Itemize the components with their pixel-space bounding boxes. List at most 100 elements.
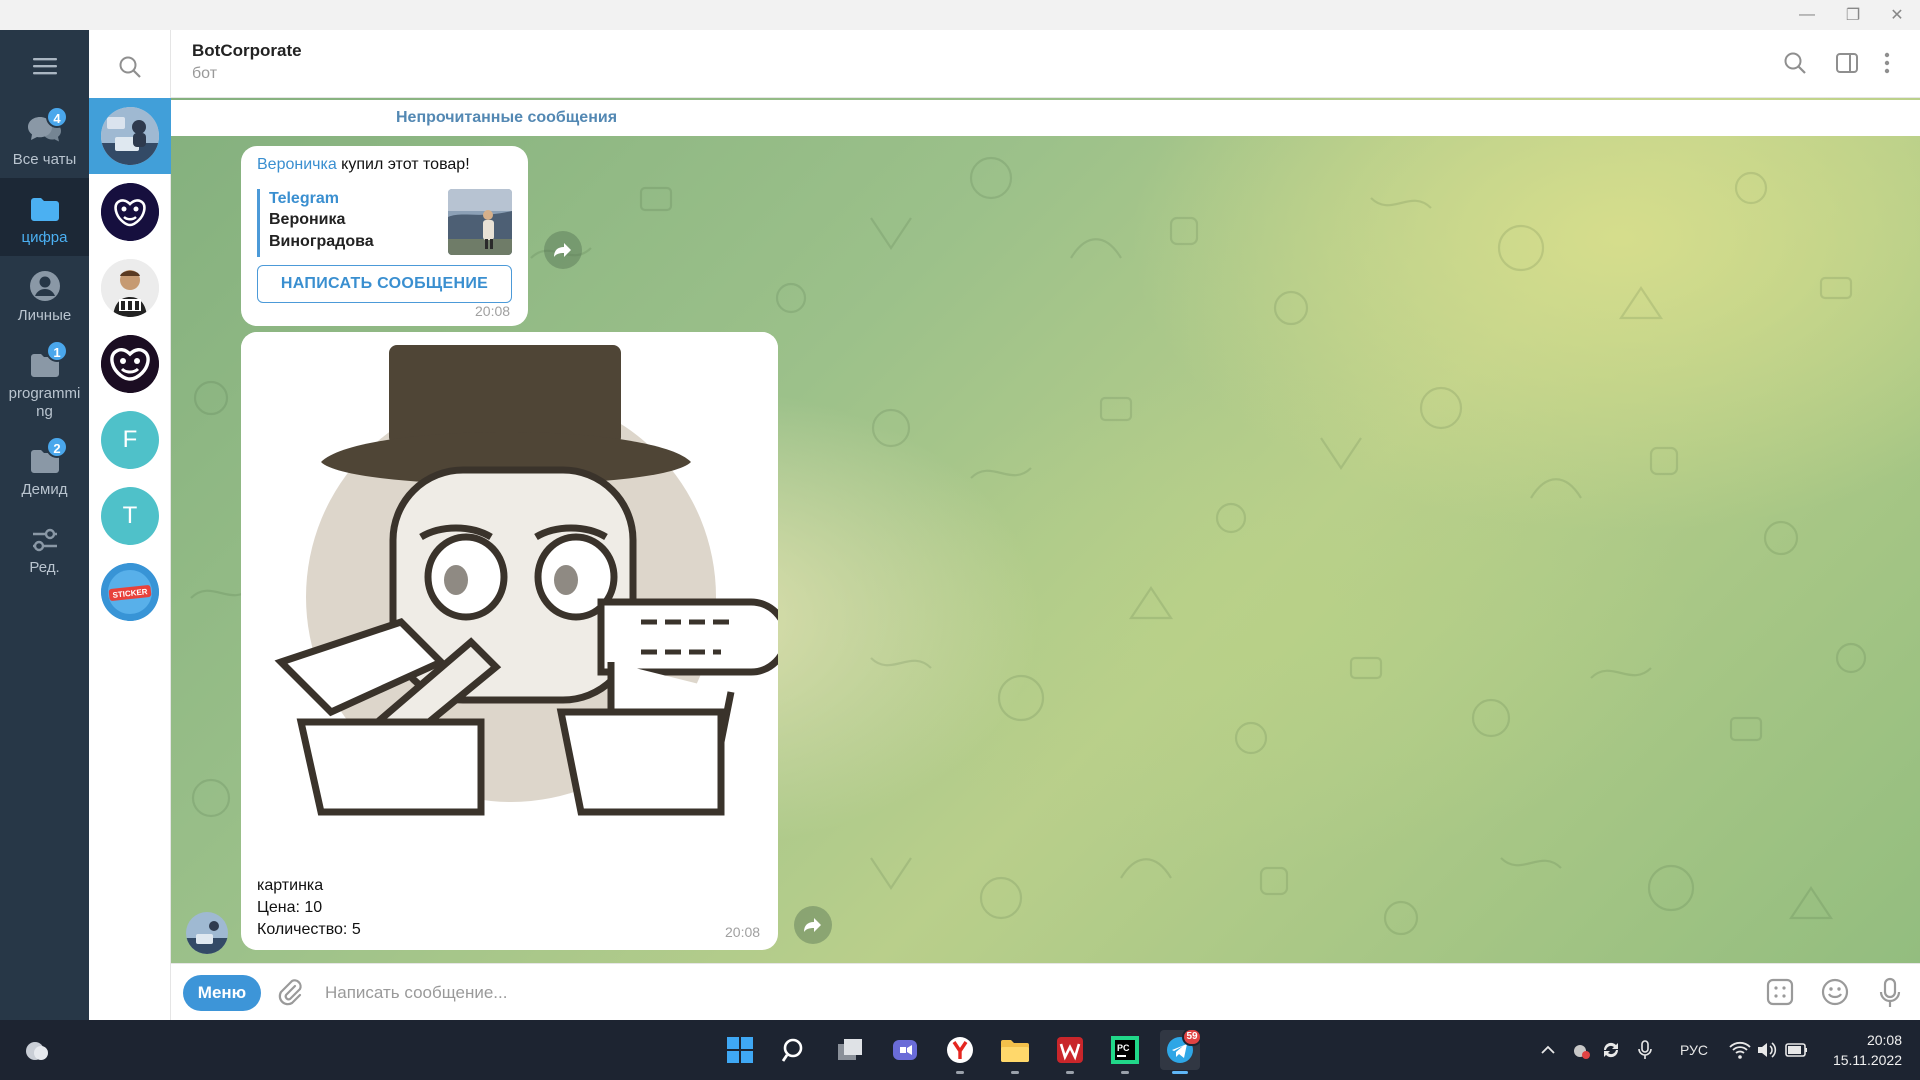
sender-avatar[interactable] bbox=[186, 912, 228, 954]
wps-office-icon[interactable] bbox=[1050, 1030, 1090, 1074]
mask-avatar-2 bbox=[101, 335, 159, 393]
chevron-up-icon[interactable] bbox=[1540, 1042, 1556, 1058]
microphone-icon[interactable] bbox=[1878, 977, 1902, 1009]
preview-thumbnail bbox=[448, 189, 512, 255]
sync-icon[interactable] bbox=[1600, 1039, 1622, 1061]
pycharm-icon[interactable]: PC bbox=[1105, 1030, 1145, 1074]
folder-programming[interactable]: programmi ng 1 bbox=[0, 334, 89, 430]
chat-item-4[interactable] bbox=[89, 326, 171, 402]
unread-label: Непрочитанные сообщения bbox=[396, 109, 618, 126]
photo-caption: картинка Цена: 10 Количество: 5 bbox=[257, 875, 361, 941]
telegram-unread-badge: 59 bbox=[1182, 1028, 1202, 1046]
forward-icon[interactable] bbox=[794, 906, 832, 944]
start-button[interactable] bbox=[720, 1030, 760, 1070]
message-time: 20:08 bbox=[725, 924, 761, 940]
chat-header: BotCorporate бот bbox=[171, 30, 1920, 98]
task-view-icon[interactable] bbox=[830, 1030, 870, 1070]
link-preview-card[interactable]: Telegram Вероника Виноградова bbox=[257, 189, 512, 257]
folder-label: programmi ng bbox=[8, 385, 81, 420]
folder-tsifra[interactable]: цифра bbox=[0, 178, 89, 256]
search-icon[interactable] bbox=[1782, 50, 1808, 76]
more-vertical-icon[interactable] bbox=[1880, 50, 1894, 76]
chat-messages-area: Непрочитанные сообщения Вероничка купил … bbox=[171, 98, 1920, 963]
message-text: Вероничка купил этот товар! bbox=[257, 156, 470, 174]
minimize-button[interactable]: — bbox=[1784, 0, 1830, 30]
volume-icon[interactable] bbox=[1756, 1040, 1778, 1060]
close-button[interactable]: ✕ bbox=[1874, 0, 1920, 30]
folder-all-chats[interactable]: Все чаты 4 bbox=[0, 100, 89, 178]
chat-item-t[interactable]: T bbox=[89, 478, 171, 554]
wifi-icon[interactable] bbox=[1729, 1040, 1751, 1060]
chat-item-sticker[interactable]: STICKER bbox=[89, 554, 171, 630]
chat-title[interactable]: BotCorporate bbox=[192, 41, 302, 61]
message-input[interactable] bbox=[325, 974, 1325, 1012]
chat-app-icon[interactable] bbox=[885, 1030, 925, 1070]
folder-demid[interactable]: Демид 2 bbox=[0, 430, 89, 508]
windows-taskbar: PC 59 РУС 20:08 15.11.2022 bbox=[0, 1020, 1920, 1080]
bot-menu-button[interactable]: Меню bbox=[183, 975, 261, 1011]
emoji-icon[interactable] bbox=[1820, 977, 1850, 1007]
running-indicator bbox=[956, 1071, 964, 1074]
message-time: 20:08 bbox=[475, 303, 511, 319]
active-indicator bbox=[1172, 1071, 1188, 1074]
folder-icon bbox=[30, 198, 59, 221]
unread-badge: 1 bbox=[46, 340, 68, 362]
person-icon bbox=[29, 271, 60, 301]
folder-edit[interactable]: Ред. bbox=[0, 508, 89, 586]
file-explorer-icon[interactable] bbox=[995, 1030, 1035, 1074]
message-bubble[interactable]: Вероничка купил этот товар! Telegram Вер… bbox=[241, 146, 528, 326]
clock-date: 15.11.2022 bbox=[1832, 1052, 1902, 1068]
microphone-tray-icon[interactable] bbox=[1636, 1039, 1654, 1061]
chat-subtitle: бот bbox=[192, 65, 218, 82]
mask-avatar-1 bbox=[101, 183, 159, 241]
unread-messages-divider: Непрочитанные сообщения bbox=[171, 100, 1920, 136]
forward-icon[interactable] bbox=[544, 231, 582, 269]
search-icon[interactable] bbox=[117, 54, 143, 80]
folder-label: Личные bbox=[17, 307, 72, 324]
system-clock[interactable]: 20:08 15.11.2022 bbox=[1822, 1030, 1902, 1070]
caption-line: картинка bbox=[257, 877, 324, 894]
yandex-browser-icon[interactable] bbox=[940, 1030, 980, 1074]
sliders-icon bbox=[32, 528, 57, 552]
battery-icon[interactable] bbox=[1785, 1041, 1809, 1059]
unread-badge: 4 bbox=[46, 106, 68, 128]
telegram-taskbar-icon[interactable]: 59 bbox=[1160, 1028, 1202, 1074]
search-icon[interactable] bbox=[775, 1030, 815, 1070]
language-indicator[interactable]: РУС bbox=[1680, 1020, 1708, 1080]
person-avatar bbox=[101, 259, 159, 317]
photo-message-bubble[interactable]: картинка Цена: 10 Количество: 5 20:08 bbox=[241, 332, 778, 950]
sticker-avatar: STICKER bbox=[101, 563, 159, 621]
folder-label: Ред. bbox=[29, 559, 60, 576]
chat-item-f[interactable]: F bbox=[89, 402, 171, 478]
sidebar-toggle-icon[interactable] bbox=[1834, 50, 1860, 76]
sender-link[interactable]: Вероничка bbox=[257, 156, 337, 173]
folder-personal[interactable]: Личные bbox=[0, 256, 89, 334]
chat-item-3[interactable] bbox=[89, 250, 171, 326]
preview-title: Вероника Виноградова bbox=[269, 211, 374, 250]
weather-icon[interactable] bbox=[16, 1030, 56, 1070]
paperclip-icon[interactable] bbox=[275, 977, 303, 1007]
clock-time: 20:08 bbox=[1866, 1032, 1902, 1048]
folder-label: Все чаты bbox=[12, 151, 77, 168]
folder-label: цифра bbox=[21, 229, 68, 246]
letter-avatar: F bbox=[101, 411, 159, 469]
restore-button[interactable]: ❐ bbox=[1830, 0, 1876, 30]
chat-item-botcorporate[interactable] bbox=[89, 98, 171, 174]
folder-label: Демид bbox=[21, 481, 68, 498]
svg-text:PC: PC bbox=[1117, 1043, 1130, 1053]
chat-list: F T STICKER bbox=[89, 30, 171, 1020]
chat-item-2[interactable] bbox=[89, 174, 171, 250]
running-indicator bbox=[1066, 1071, 1074, 1074]
onedrive-icon[interactable] bbox=[1570, 1039, 1592, 1061]
write-message-button[interactable]: НАПИСАТЬ СООБЩЕНИЕ bbox=[257, 265, 512, 303]
letter-avatar: T bbox=[101, 487, 159, 545]
bot-commands-icon[interactable] bbox=[1765, 977, 1795, 1007]
hamburger-menu-icon[interactable] bbox=[30, 54, 60, 78]
message-body: купил этот товар! bbox=[336, 156, 470, 173]
message-photo[interactable] bbox=[241, 332, 778, 852]
running-indicator bbox=[1011, 1071, 1019, 1074]
caption-line: Количество: 5 bbox=[257, 921, 361, 938]
message-composer: Меню bbox=[171, 963, 1920, 1020]
running-indicator bbox=[1121, 1071, 1129, 1074]
caption-line: Цена: 10 bbox=[257, 899, 323, 916]
